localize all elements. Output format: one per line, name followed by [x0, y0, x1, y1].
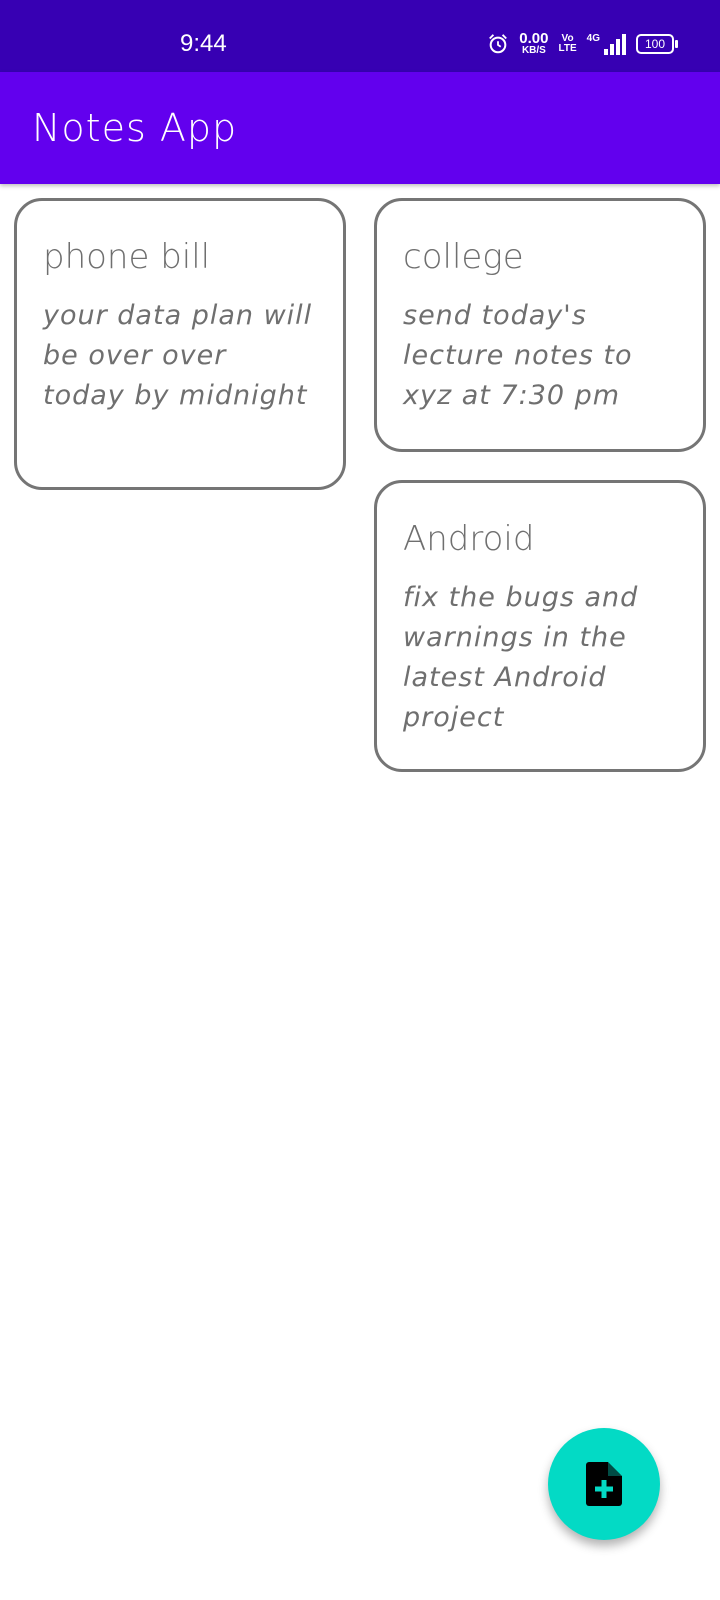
- note-title: Android: [403, 519, 535, 559]
- volte-bottom: LTE: [558, 42, 577, 54]
- add-note-button[interactable]: [548, 1428, 660, 1540]
- app-title: Notes App: [32, 106, 238, 150]
- status-icons: 0.00 KB/S Vo LTE 4G 100: [487, 31, 678, 56]
- volte-top: Vo: [561, 32, 574, 44]
- note-title: college: [403, 237, 524, 277]
- battery-level: 100: [644, 36, 666, 51]
- network-type: 4G: [586, 32, 600, 44]
- note-add-icon: [586, 1462, 622, 1506]
- note-body: send today's lecture notes to xyz at 7:3…: [403, 299, 633, 411]
- note-card[interactable]: college send today's lecture notes to xy…: [374, 198, 706, 452]
- network-speed-value: 0.00: [519, 30, 549, 47]
- note-body: fix the bugs and warnings in the latest …: [403, 581, 639, 733]
- status-time: 9:44: [180, 30, 227, 57]
- note-title: phone bill: [43, 237, 211, 277]
- battery-icon: 100: [636, 33, 678, 54]
- note-card[interactable]: Android fix the bugs and warnings in the…: [374, 480, 706, 772]
- app-bar: Notes App: [0, 72, 720, 184]
- network-speed: 0.00 KB/S: [519, 31, 548, 56]
- status-bar: 9:44 0.00 KB/S Vo LTE 4G 100: [0, 0, 720, 72]
- signal-icon: 4G: [587, 33, 626, 55]
- network-speed-unit: KB/S: [521, 45, 546, 56]
- note-body: your data plan will be over over today b…: [43, 299, 313, 411]
- volte-indicator: Vo LTE: [558, 32, 577, 54]
- alarm-icon: [489, 33, 508, 53]
- note-card[interactable]: phone bill your data plan will be over o…: [14, 198, 346, 490]
